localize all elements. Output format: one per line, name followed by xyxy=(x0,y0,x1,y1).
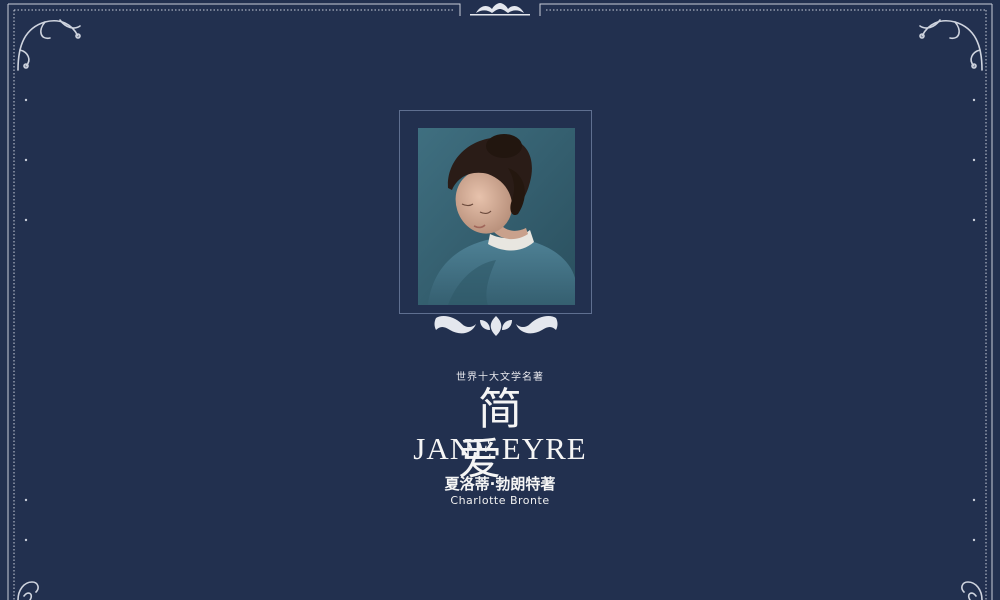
portrait-image xyxy=(418,128,575,305)
top-ornament-icon xyxy=(470,3,530,16)
series-label: 世界十大文学名著 xyxy=(456,372,544,383)
author-english: Charlotte Bronte xyxy=(450,494,550,507)
title-english: JANE EYRE xyxy=(413,431,587,466)
portrait-frame xyxy=(399,110,592,314)
book-cover: 世界十大文学名著 简 爱 JANE EYRE 夏洛蒂·勃朗特著 Charlott… xyxy=(0,0,1000,600)
author-chinese: 夏洛蒂·勃朗特著 xyxy=(444,475,556,493)
bottom-flourish-icon xyxy=(434,316,558,336)
